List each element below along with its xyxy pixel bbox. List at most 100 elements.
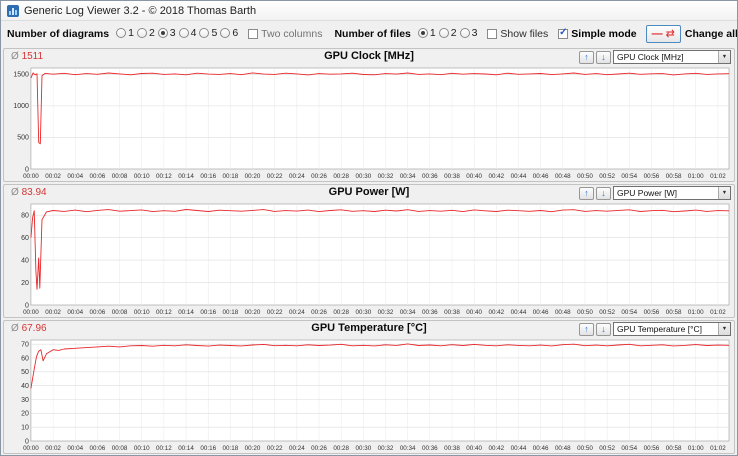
- svg-text:00:38: 00:38: [444, 445, 460, 452]
- svg-text:00:50: 00:50: [577, 309, 593, 316]
- two-columns-checkbox[interactable]: ✓ Two columns: [248, 28, 322, 40]
- chart-panel-gpu-temperature: Ø 67.96 GPU Temperature [°C] ↑ ↓ GPU Tem…: [3, 320, 735, 454]
- metric-up-button[interactable]: ↑: [579, 186, 594, 200]
- metric-dropdown[interactable]: GPU Temperature [°C] ▼: [613, 322, 731, 336]
- svg-text:00:50: 00:50: [577, 445, 593, 452]
- svg-text:00:20: 00:20: [245, 445, 261, 452]
- svg-text:0: 0: [25, 302, 29, 309]
- radio-label: 4: [190, 27, 197, 39]
- metric-down-button[interactable]: ↓: [596, 186, 611, 200]
- diagram-count-radio-5[interactable]: 5: [199, 27, 217, 39]
- svg-text:01:02: 01:02: [710, 445, 726, 452]
- chart-plot: 00:00 00:02 00:04 00:06 00:08 00:10 00:12 00:14…: [21, 339, 730, 452]
- svg-text:00:52: 00:52: [599, 309, 615, 316]
- svg-text:00:58: 00:58: [666, 309, 682, 316]
- svg-text:70: 70: [21, 341, 29, 348]
- svg-text:00:06: 00:06: [90, 309, 106, 316]
- radio-label: 1: [429, 27, 436, 39]
- svg-text:00:12: 00:12: [156, 173, 172, 180]
- svg-text:00:40: 00:40: [466, 309, 482, 316]
- svg-text:60: 60: [21, 355, 29, 362]
- metric-down-button[interactable]: ↓: [596, 322, 611, 336]
- svg-text:00:30: 00:30: [356, 445, 372, 452]
- down-arrow-icon: ↓: [601, 187, 606, 198]
- svg-text:00:46: 00:46: [533, 309, 549, 316]
- two-columns-label: Two columns: [261, 28, 323, 40]
- chart-header: Ø 67.96 GPU Temperature [°C] ↑ ↓ GPU Tem…: [4, 321, 734, 337]
- svg-text:00:08: 00:08: [112, 445, 128, 452]
- svg-text:00:14: 00:14: [178, 445, 194, 452]
- simple-mode-checkbox[interactable]: ✓ Simple mode: [558, 28, 637, 40]
- svg-text:00:08: 00:08: [112, 173, 128, 180]
- change-all-group: Change all ↑ ↓: [684, 25, 738, 43]
- radio-icon: [459, 28, 470, 38]
- show-files-checkbox[interactable]: ✓ Show files: [487, 28, 548, 40]
- svg-text:00:32: 00:32: [378, 173, 394, 180]
- metric-up-button[interactable]: ↑: [579, 322, 594, 336]
- svg-text:00:26: 00:26: [311, 309, 327, 316]
- svg-text:00:32: 00:32: [378, 309, 394, 316]
- svg-text:00:16: 00:16: [200, 309, 216, 316]
- svg-text:01:00: 01:00: [688, 173, 704, 180]
- svg-text:00:46: 00:46: [533, 445, 549, 452]
- radio-label: 5: [211, 27, 218, 39]
- svg-text:00:34: 00:34: [400, 309, 416, 316]
- file-count-radio-2[interactable]: 2: [438, 27, 457, 39]
- metric-dropdown[interactable]: GPU Power [W] ▼: [613, 186, 731, 200]
- chart-panel-gpu-clock: Ø 1511 GPU Clock [MHz] ↑ ↓ GPU Clock [MH…: [3, 48, 735, 182]
- metric-down-button[interactable]: ↓: [596, 50, 611, 64]
- svg-text:00:04: 00:04: [67, 173, 83, 180]
- svg-text:00:26: 00:26: [311, 445, 327, 452]
- chart-controls: ↑ ↓ GPU Power [W] ▼: [579, 186, 731, 200]
- svg-text:00:40: 00:40: [466, 445, 482, 452]
- chart-controls: ↑ ↓ GPU Clock [MHz] ▼: [579, 50, 731, 64]
- file-count-radio-3[interactable]: 3: [459, 27, 477, 39]
- radio-label: 3: [169, 27, 176, 39]
- svg-text:00:50: 00:50: [577, 173, 593, 180]
- diagram-count-radio-6[interactable]: 6: [220, 27, 238, 39]
- svg-text:00:06: 00:06: [90, 173, 106, 180]
- titlebar: Generic Log Viewer 3.2 - © 2018 Thomas B…: [1, 1, 737, 21]
- metric-up-button[interactable]: ↑: [579, 50, 594, 64]
- diagram-count-radio-4[interactable]: 4: [178, 27, 197, 39]
- svg-text:20: 20: [21, 411, 29, 418]
- svg-text:00:02: 00:02: [45, 445, 61, 452]
- chevron-down-icon: ▼: [718, 323, 730, 335]
- line-style-swap-button[interactable]: — ⇄: [645, 25, 681, 43]
- svg-text:00:14: 00:14: [178, 309, 194, 316]
- svg-text:80: 80: [21, 213, 29, 220]
- svg-text:00:38: 00:38: [444, 309, 460, 316]
- up-arrow-icon: ↑: [584, 323, 589, 334]
- svg-text:00:56: 00:56: [644, 445, 660, 452]
- svg-text:00:04: 00:04: [67, 445, 83, 452]
- checkbox-icon: ✓: [248, 29, 259, 39]
- diagram-count-radio-2[interactable]: 2: [136, 27, 155, 39]
- change-all-label: Change all: [684, 28, 738, 40]
- metric-dropdown[interactable]: GPU Clock [MHz] ▼: [613, 50, 731, 64]
- svg-text:00:28: 00:28: [333, 309, 349, 316]
- svg-text:00:10: 00:10: [134, 445, 150, 452]
- file-count-radio-1[interactable]: 1: [417, 27, 436, 39]
- radio-label: 2: [148, 27, 155, 39]
- svg-text:1000: 1000: [13, 103, 29, 110]
- diagram-count-radio-1[interactable]: 1: [116, 27, 134, 39]
- diagram-count-radio-3[interactable]: 3: [157, 27, 176, 39]
- svg-text:00:34: 00:34: [400, 173, 416, 180]
- svg-text:00:22: 00:22: [267, 445, 283, 452]
- up-arrow-icon: ↑: [584, 51, 589, 62]
- svg-text:0: 0: [25, 438, 29, 445]
- red-line-icon: —: [651, 27, 663, 40]
- window-title: Generic Log Viewer 3.2 - © 2018 Thomas B…: [24, 4, 257, 17]
- svg-text:00:52: 00:52: [599, 173, 615, 180]
- svg-text:00:52: 00:52: [599, 445, 615, 452]
- svg-text:00:24: 00:24: [289, 445, 305, 452]
- chart-plot: 00:00 00:02 00:04 00:06 00:08 00:10 00:12 00:14…: [21, 203, 730, 316]
- checkbox-icon: ✓: [487, 29, 498, 39]
- svg-text:01:02: 01:02: [710, 309, 726, 316]
- svg-text:00:44: 00:44: [511, 309, 527, 316]
- svg-text:00:46: 00:46: [533, 173, 549, 180]
- radio-label: 6: [232, 27, 239, 39]
- svg-text:00:02: 00:02: [45, 309, 61, 316]
- radio-icon: [438, 28, 449, 38]
- diagram-count-radio-group: 1 2 3 4 5 6: [113, 27, 238, 41]
